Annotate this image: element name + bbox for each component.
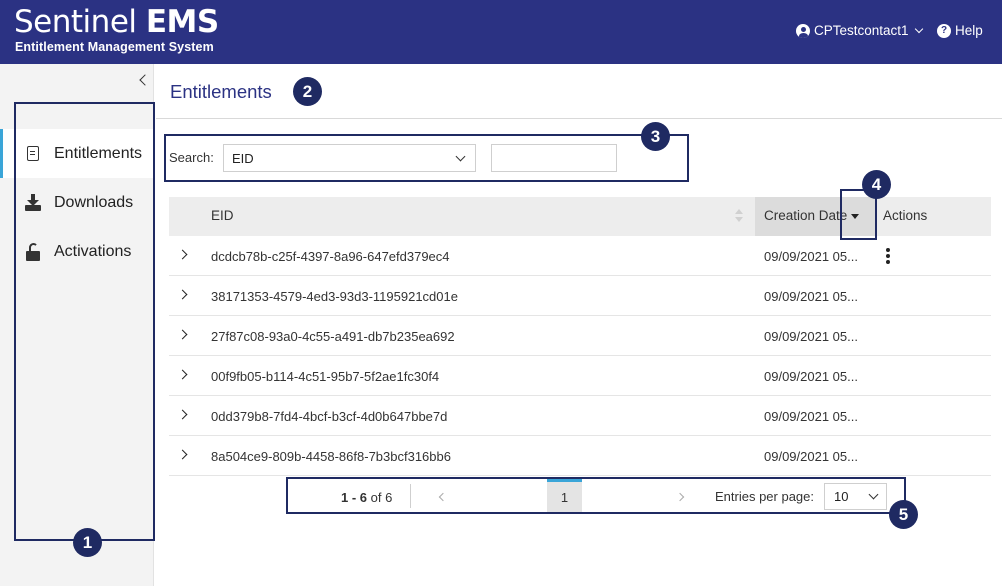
user-menu[interactable]: CPTestcontact1 [796, 23, 923, 38]
expand-row-icon[interactable] [177, 369, 188, 380]
callout-number: 5 [889, 500, 918, 529]
table-row: dcdcb78b-c25f-4397-8a96-647efd379ec4 09/… [169, 236, 991, 276]
chevron-down-icon [914, 24, 923, 34]
creation-date-cell: 09/09/2021 05... [764, 329, 858, 344]
eid-cell: 00f9fb05-b114-4c51-95b7-5f2ae1fc30f4 [211, 369, 440, 384]
expand-row-icon[interactable] [177, 409, 188, 420]
user-circle-icon [796, 23, 810, 38]
expand-row-icon[interactable] [177, 249, 188, 260]
collapse-sidebar-icon[interactable] [138, 72, 148, 88]
callout-number: 1 [73, 528, 102, 557]
table-row: 8a504ce9-809b-4458-86f8-7b3bcf316bb6 09/… [169, 436, 991, 476]
callout-number: 3 [641, 122, 670, 151]
eid-cell: dcdcb78b-c25f-4397-8a96-647efd379ec4 [211, 249, 450, 264]
creation-date-cell: 09/09/2021 05... [764, 249, 858, 264]
sort-icon[interactable] [735, 209, 743, 223]
brand-logo: Sentinel EMS [14, 4, 219, 40]
expand-row-icon[interactable] [177, 329, 188, 340]
page-title: Entitlements [170, 81, 272, 102]
creation-date-cell: 09/09/2021 05... [764, 449, 858, 464]
brand-product: EMS [145, 4, 219, 40]
divider [156, 118, 1002, 119]
eid-cell: 0dd379b8-7fd4-4bcf-b3cf-4d0b647bbe7d [211, 409, 448, 424]
eid-cell: 27f87c08-93a0-4c55-a491-db7b235ea692 [211, 329, 455, 344]
creation-date-cell: 09/09/2021 05... [764, 289, 858, 304]
table-row: 00f9fb05-b114-4c51-95b7-5f2ae1fc30f4 09/… [169, 356, 991, 396]
callout-number: 4 [862, 170, 891, 199]
callout-box-search [164, 134, 689, 182]
table-row: 38171353-4579-4ed3-93d3-1195921cd01e 09/… [169, 276, 991, 316]
expand-row-icon[interactable] [177, 289, 188, 300]
help-link[interactable]: ? Help [937, 23, 983, 38]
column-header-actions: Actions [883, 208, 928, 223]
column-header-eid[interactable]: EID [211, 208, 234, 223]
table-row: 0dd379b8-7fd4-4bcf-b3cf-4d0b647bbe7d 09/… [169, 396, 991, 436]
app-header: Sentinel EMS Entitlement Management Syst… [0, 0, 1002, 64]
eid-cell: 8a504ce9-809b-4458-86f8-7b3bcf316bb6 [211, 449, 451, 464]
more-actions-icon[interactable] [886, 248, 890, 264]
brand-subtitle: Entitlement Management System [15, 40, 214, 54]
expand-row-icon[interactable] [177, 449, 188, 460]
column-header-label: Creation Date [764, 208, 848, 223]
creation-date-cell: 09/09/2021 05... [764, 409, 858, 424]
brand-name: Sentinel [14, 4, 137, 40]
help-icon: ? [937, 23, 951, 38]
user-name: CPTestcontact1 [814, 23, 909, 38]
creation-date-cell: 09/09/2021 05... [764, 369, 858, 384]
table-row: 27f87c08-93a0-4c55-a491-db7b235ea692 09/… [169, 316, 991, 356]
eid-cell: 38171353-4579-4ed3-93d3-1195921cd01e [211, 289, 458, 304]
help-label: Help [955, 23, 983, 38]
callout-box-sidebar [14, 102, 155, 541]
callout-box-pagination [286, 477, 906, 514]
callout-number: 2 [293, 77, 322, 106]
